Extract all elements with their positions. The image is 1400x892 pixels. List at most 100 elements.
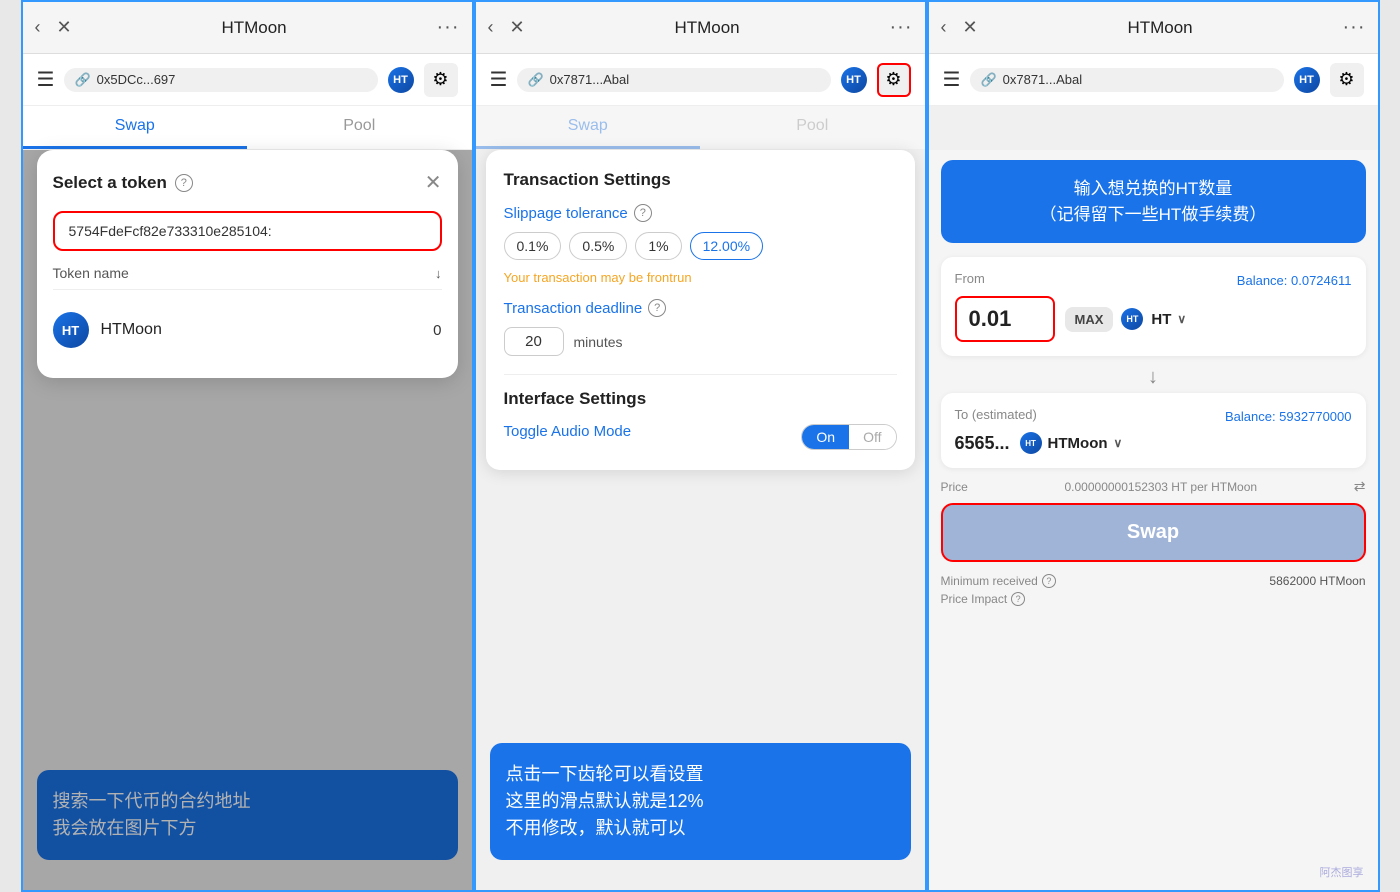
price-value: 0.00000000152303 HT per HTMoon xyxy=(1065,480,1258,494)
sort-arrow[interactable]: ↓ xyxy=(435,266,442,281)
panel-2: ‹ ✕ HTMoon ··· ☰ 🔗 0x7871...Abal HT ⚙ Sw… xyxy=(474,0,927,892)
modal-help-icon[interactable]: ? xyxy=(175,174,193,192)
link-icon-2: 🔗 xyxy=(527,72,543,88)
price-impact-label: Price Impact ? xyxy=(941,592,1026,606)
settings-button-2[interactable]: ⚙ xyxy=(877,63,911,97)
toggle-audio-label: Toggle Audio Mode xyxy=(504,423,632,440)
browser-close-2[interactable]: ✕ xyxy=(510,17,525,38)
min-received-label: Minimum received ? xyxy=(941,574,1056,588)
toggle-on-btn[interactable]: On xyxy=(802,425,849,449)
min-received-value: 5862000 HTMoon xyxy=(1269,574,1365,588)
ht-logo: HT xyxy=(1121,308,1143,330)
slippage-label: Slippage tolerance ? xyxy=(504,204,897,222)
divider-line xyxy=(504,374,897,375)
slippage-options: 0.1% 0.5% 1% 12.00% xyxy=(504,232,897,260)
browser-title-2: HTMoon xyxy=(541,18,874,38)
browser-back-1[interactable]: ‹ xyxy=(35,17,41,38)
to-token-chevron: ∨ xyxy=(1114,436,1123,450)
interface-title: Interface Settings xyxy=(504,389,897,409)
min-received-help-icon[interactable]: ? xyxy=(1042,574,1056,588)
price-row: Price 0.00000000152303 HT per HTMoon ⇄ xyxy=(941,478,1366,495)
settings-button-3[interactable]: ⚙ xyxy=(1330,63,1364,97)
address-pill-3[interactable]: 🔗 0x7871...Abal xyxy=(970,68,1283,92)
token-sort-label: Token name xyxy=(53,265,129,281)
toggle-group[interactable]: On Off xyxy=(801,424,896,450)
hamburger-icon-2[interactable]: ☰ xyxy=(490,67,508,92)
address-pill-2[interactable]: 🔗 0x7871...Abal xyxy=(517,68,830,92)
address-pill-1[interactable]: 🔗 0x5DCc...697 xyxy=(64,68,377,92)
link-icon-1: 🔗 xyxy=(74,72,90,88)
from-label: From xyxy=(955,271,985,286)
browser-more-2[interactable]: ··· xyxy=(890,16,913,39)
watermark: 阿杰图享 xyxy=(1320,864,1364,880)
browser-back-2[interactable]: ‹ xyxy=(488,17,494,38)
to-card: To (estimated) Balance: 5932770000 6565.… xyxy=(941,393,1366,468)
tab-swap-1[interactable]: Swap xyxy=(23,106,248,149)
tab-pool-2: Pool xyxy=(700,106,925,149)
modal-title-row: Select a token ? xyxy=(53,173,193,193)
select-token-modal: Select a token ? ✕ Token name ↓ HT HTMoo… xyxy=(37,150,458,378)
annotation-box-2: 点击一下齿轮可以看设置 这里的滑点默认就是12% 不用修改，默认就可以 xyxy=(490,743,911,860)
address-text-1: 0x5DCc...697 xyxy=(97,72,176,87)
token-avatar-1: HT xyxy=(388,67,414,93)
tabs-row-1: Swap Pool xyxy=(23,106,472,150)
to-token-select[interactable]: HTMoon ∨ xyxy=(1048,435,1123,452)
deadline-input[interactable] xyxy=(504,327,564,356)
deadline-unit: minutes xyxy=(574,334,623,350)
slippage-btn-05[interactable]: 0.5% xyxy=(569,232,627,260)
settings-button-1[interactable]: ⚙ xyxy=(424,63,458,97)
app-header-2: ☰ 🔗 0x7871...Abal HT ⚙ xyxy=(476,54,925,106)
from-token-select[interactable]: HT ∨ xyxy=(1151,311,1186,328)
swap-header-line1: 输入想兑换的HT数量 xyxy=(1074,179,1233,198)
token-list-item-htmoon[interactable]: HT HTMoon 0 xyxy=(53,302,442,358)
toggle-off-btn[interactable]: Off xyxy=(849,425,895,449)
token-sort-row: Token name ↓ xyxy=(53,265,442,290)
token-balance-htmoon: 0 xyxy=(433,322,441,339)
deadline-row: minutes xyxy=(504,327,897,356)
browser-close-1[interactable]: ✕ xyxy=(57,17,72,38)
browser-close-3[interactable]: ✕ xyxy=(963,17,978,38)
address-text-3: 0x7871...Abal xyxy=(1003,72,1083,87)
to-token-row: HT HTMoon ∨ xyxy=(1020,432,1123,454)
browser-title-3: HTMoon xyxy=(994,18,1327,38)
to-token-name: HTMoon xyxy=(1048,435,1108,452)
hamburger-icon-3[interactable]: ☰ xyxy=(943,67,961,92)
from-token-name: HT xyxy=(1151,311,1171,328)
modal-header: Select a token ? ✕ xyxy=(53,170,442,195)
app-header-3: ☰ 🔗 0x7871...Abal HT ⚙ xyxy=(929,54,1378,106)
browser-back-3[interactable]: ‹ xyxy=(941,17,947,38)
arrow-down-divider: ↓ xyxy=(941,366,1366,389)
settings-panel: Transaction Settings Slippage tolerance … xyxy=(486,150,915,470)
link-icon-3: 🔗 xyxy=(980,72,996,88)
interface-row: Toggle Audio Mode On Off xyxy=(504,423,897,450)
tab-pool-1[interactable]: Pool xyxy=(247,106,472,149)
swap-container: 输入想兑换的HT数量 （记得留下一些HT做手续费） From Balance: … xyxy=(929,150,1378,890)
settings-title: Transaction Settings xyxy=(504,170,897,190)
tab-swap-2: Swap xyxy=(476,106,701,149)
price-impact-row: Price Impact ? xyxy=(941,592,1366,606)
annotation-text-2: 点击一下齿轮可以看设置 这里的滑点默认就是12% 不用修改，默认就可以 xyxy=(506,761,895,842)
refresh-icon[interactable]: ⇄ xyxy=(1354,478,1366,495)
max-button[interactable]: MAX xyxy=(1065,307,1114,332)
deadline-help-icon[interactable]: ? xyxy=(648,299,666,317)
deadline-label: Transaction deadline ? xyxy=(504,299,897,317)
price-impact-help-icon[interactable]: ? xyxy=(1011,592,1025,606)
to-amount: 6565... xyxy=(955,433,1010,454)
modal-close-icon[interactable]: ✕ xyxy=(425,170,442,195)
max-token-row: MAX HT HT ∨ xyxy=(1065,307,1187,332)
amount-input[interactable] xyxy=(955,296,1055,342)
to-card-header: To (estimated) Balance: 5932770000 xyxy=(955,407,1352,426)
browser-more-1[interactable]: ··· xyxy=(437,16,460,39)
token-search-input[interactable] xyxy=(53,211,442,251)
min-received-row: Minimum received ? 5862000 HTMoon xyxy=(941,574,1366,588)
slippage-btn-1[interactable]: 1% xyxy=(635,232,681,260)
slippage-btn-01[interactable]: 0.1% xyxy=(504,232,562,260)
hamburger-icon-1[interactable]: ☰ xyxy=(37,67,55,92)
token-avatar-2: HT xyxy=(841,67,867,93)
from-card: From Balance: 0.0724611 MAX HT HT ∨ xyxy=(941,257,1366,356)
swap-button[interactable]: Swap xyxy=(941,503,1366,562)
to-label: To (estimated) xyxy=(955,407,1037,422)
browser-more-3[interactable]: ··· xyxy=(1343,16,1366,39)
slippage-help-icon[interactable]: ? xyxy=(634,204,652,222)
slippage-btn-12[interactable]: 12.00% xyxy=(690,232,763,260)
